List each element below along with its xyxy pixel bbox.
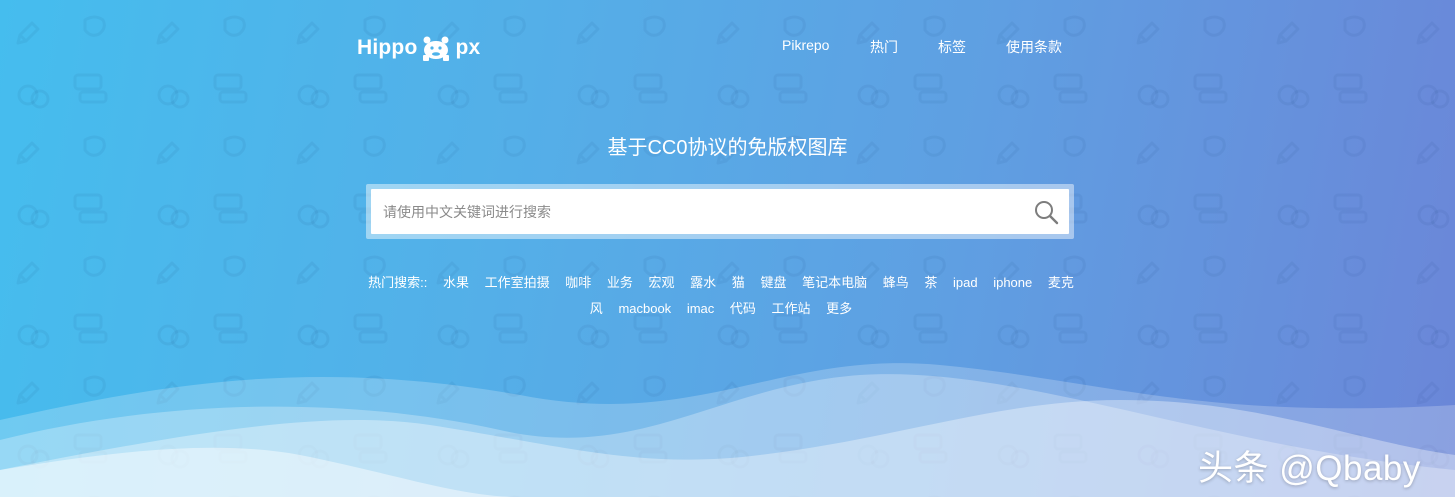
hot-tag[interactable]: 键盘 [760, 275, 786, 290]
hot-searches-label: 热门搜索:: [368, 275, 428, 290]
hot-searches-row-2: 风 macbook imac 代码 工作站 更多 [350, 296, 1092, 322]
search-bar [366, 184, 1074, 239]
hot-tag[interactable]: 工作室拍摄 [485, 275, 550, 290]
hot-searches: 热门搜索:: 水果 工作室拍摄 咖啡 业务 宏观 露水 猫 键盘 笔记本电脑 蜂… [350, 270, 1092, 322]
search-box [371, 189, 1069, 234]
nav-link-tags[interactable]: 标签 [938, 37, 966, 57]
hot-tag[interactable]: 风 [590, 301, 603, 316]
hot-tag[interactable]: ipad [953, 275, 978, 290]
hot-tag[interactable]: imac [687, 301, 714, 316]
hot-tag[interactable]: 咖啡 [565, 275, 591, 290]
hippo-icon [423, 36, 450, 61]
hot-tag[interactable]: 麦克 [1048, 275, 1074, 290]
hot-searches-row-1: 热门搜索:: 水果 工作室拍摄 咖啡 业务 宏观 露水 猫 键盘 笔记本电脑 蜂… [350, 270, 1092, 296]
nav-link-terms[interactable]: 使用条款 [1006, 37, 1062, 57]
hot-tag[interactable]: 茶 [924, 275, 937, 290]
hot-tag[interactable]: 猫 [732, 275, 745, 290]
hot-tag[interactable]: 露水 [690, 275, 716, 290]
watermark-text: 头条 @Qbaby [1198, 449, 1421, 488]
hot-tag[interactable]: 笔记本电脑 [802, 275, 867, 290]
hot-tag[interactable]: 业务 [607, 275, 633, 290]
logo-text-right: px [455, 36, 481, 59]
search-input[interactable] [371, 189, 1011, 234]
hot-tag[interactable]: iphone [993, 275, 1032, 290]
top-header: Hippo px Pikrepo 热门 标签 使用条款 [0, 0, 1455, 95]
nav-link-pikrepo[interactable]: Pikrepo [782, 37, 829, 53]
hot-tag[interactable]: 工作站 [772, 301, 811, 316]
hot-tag[interactable]: 水果 [443, 275, 469, 290]
site-logo[interactable]: Hippo px [357, 33, 480, 63]
nav-link-hot[interactable]: 热门 [870, 37, 898, 57]
more-link[interactable]: 更多 [826, 301, 852, 316]
hot-tag[interactable]: macbook [618, 301, 671, 316]
hot-tag[interactable]: 蜂鸟 [883, 275, 909, 290]
hot-tag[interactable]: 宏观 [649, 275, 675, 290]
hot-tag[interactable]: 代码 [730, 301, 756, 316]
hero-title: 基于CC0协议的免版权图库 [607, 137, 848, 159]
search-icon[interactable] [1033, 199, 1059, 225]
logo-text-left: Hippo [357, 36, 418, 59]
